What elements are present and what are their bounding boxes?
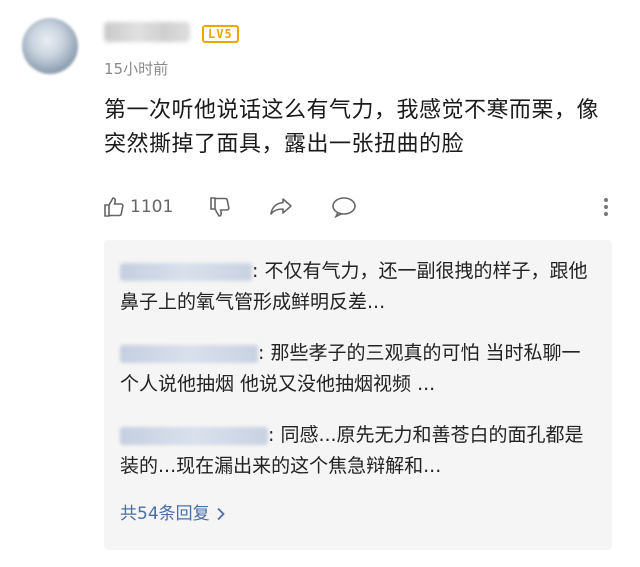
chevron-right-icon <box>217 507 225 521</box>
dislike-button[interactable] <box>208 192 232 222</box>
reply-item[interactable]: : 不仅有气力，还一副很拽的样子，跟他鼻子上的氧气管形成鲜明反差... <box>120 256 598 318</box>
reply-button[interactable] <box>330 192 358 222</box>
comment-actions: 1101 <box>100 192 620 222</box>
more-vertical-icon <box>604 198 608 202</box>
replies-panel: : 不仅有气力，还一副很拽的样子，跟他鼻子上的氧气管形成鲜明反差... : 那些… <box>104 240 612 550</box>
reply-username[interactable] <box>120 344 258 363</box>
reply-username[interactable] <box>120 262 252 281</box>
thumbs-up-icon <box>104 197 124 217</box>
share-arrow-icon <box>270 198 292 215</box>
username[interactable]: 帐后 <box>104 22 190 42</box>
speech-bubble-icon <box>332 197 356 219</box>
avatar[interactable] <box>22 18 78 74</box>
timestamp: 15小时前 <box>104 60 169 78</box>
reply-item[interactable]: : 同感...原先无力和善苍白的面孔都是装的...现在漏出来的这个焦急辩解和..… <box>120 420 598 482</box>
see-all-replies-link[interactable]: 共54条回复 <box>120 502 226 526</box>
thumbs-down-icon <box>210 197 230 217</box>
reply-item[interactable]: : 那些孝子的三观真的可怕 当时私聊一个人说他抽烟 他说又没他抽烟视频 ... <box>120 338 598 400</box>
share-button[interactable] <box>268 192 294 222</box>
level-badge: LV5 <box>202 25 239 43</box>
reply-username[interactable] <box>120 426 268 445</box>
like-button[interactable]: 1101 <box>102 192 173 222</box>
see-all-replies-label: 共54条回复 <box>120 504 210 524</box>
like-count: 1101 <box>130 197 174 217</box>
comment-text: 第一次听他说话这么有气力，我感觉不寒而栗，像突然撕掉了面具，露出一张扭曲的脸 <box>104 98 600 157</box>
more-options-button[interactable] <box>602 192 610 222</box>
